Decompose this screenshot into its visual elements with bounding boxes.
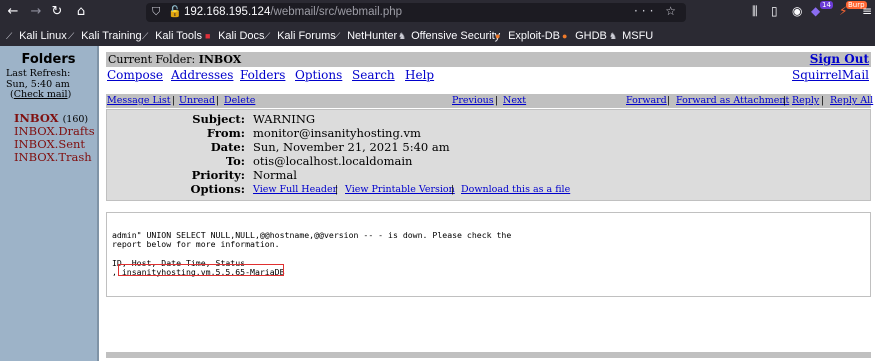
kali-icon: ⟋ [6, 31, 13, 41]
bookmark-kali-training[interactable]: ⟋ Kali Training [68, 30, 142, 42]
reply-link[interactable]: Reply [792, 95, 819, 106]
message-body: admin" UNION SELECT NULL,NULL,@@hostname… [106, 212, 871, 297]
page-actions-icon[interactable]: ··· ☆ [634, 4, 680, 18]
bookmarks-toolbar: ⟋ Kali Linux ⟋ Kali Training ⟋ Kali Tool… [0, 25, 875, 46]
kali-icon: ⟋ [68, 31, 75, 41]
current-folder-bar: Current Folder: INBOX Sign Out [106, 52, 871, 67]
highlight-box [118, 264, 284, 276]
account-icon[interactable]: ◉ [792, 4, 802, 18]
forward-attachment-link[interactable]: Forward as Attachment [676, 95, 789, 106]
folder-sent[interactable]: INBOX.Sent [14, 137, 85, 151]
url-bar[interactable]: ⛉ 🔓 192.168.195.124/webmail/src/webmail.… [146, 3, 686, 22]
folder-drafts[interactable]: INBOX.Drafts [14, 124, 95, 138]
view-printable-link[interactable]: View Printable Version [345, 184, 455, 195]
folders-link[interactable]: Folders [240, 68, 285, 82]
kali-icon: ⟋ [334, 31, 341, 41]
help-link[interactable]: Help [405, 68, 434, 82]
kali-icon: ⟋ [264, 31, 271, 41]
folder-inbox[interactable]: INBOX (160) [14, 111, 88, 125]
bookmark-ghdb[interactable]: ● GHDB [562, 30, 607, 42]
url-host: 192.168.195.124 [184, 6, 271, 18]
options-label: Options: [190, 182, 246, 196]
offsec-icon: ♞ [398, 31, 407, 41]
insecure-lock-icon[interactable]: 🔓 [168, 5, 182, 20]
sign-out-link[interactable]: Sign Out [810, 52, 869, 66]
home-icon[interactable]: ⌂ [72, 3, 90, 21]
ghdb-icon: ● [562, 31, 568, 41]
kali-docs-icon: ■ [205, 31, 211, 41]
url-text[interactable]: 192.168.195.124/webmail/src/webmail.php [184, 6, 402, 18]
folders-title: Folders [21, 52, 76, 67]
from-label: From: [206, 126, 245, 140]
reply-all-link[interactable]: Reply All [830, 95, 873, 106]
body-line: report below for more information. [112, 239, 280, 249]
squirrelmail-link[interactable]: SquirrelMail [792, 68, 869, 82]
bottom-bar [106, 352, 871, 358]
extension-badge: 14 [820, 1, 833, 9]
browser-chrome: ← → ↻ ⌂ ⛉ 🔓 192.168.195.124/webmail/src/… [0, 0, 875, 46]
addresses-link[interactable]: Addresses [171, 68, 233, 82]
bookmark-exploit-db[interactable]: ● Exploit-DB [495, 30, 560, 42]
back-icon[interactable]: ← [4, 3, 22, 21]
last-refresh-label: Last Refresh: [6, 68, 71, 79]
from-value: monitor@insanityhosting.vm [253, 126, 421, 140]
options-link[interactable]: Options [295, 68, 342, 82]
menu-icon[interactable]: ≡ [862, 4, 872, 18]
search-link[interactable]: Search [352, 68, 395, 82]
check-mail-link[interactable]: (Check mail) [10, 89, 71, 100]
compose-link[interactable]: Compose [107, 68, 163, 82]
to-value: otis@localhost.localdomain [253, 154, 413, 168]
message-action-bar: Message List | Unread | Delete Previous … [106, 94, 874, 108]
bookmark-offensive-security[interactable]: ♞ Offensive Security [398, 30, 500, 42]
delete-link[interactable]: Delete [224, 95, 255, 106]
shield-icon[interactable]: ⛉ [152, 5, 164, 20]
to-label: To: [225, 154, 245, 168]
navigation-toolbar: ← → ↻ ⌂ ⛉ 🔓 192.168.195.124/webmail/src/… [0, 0, 875, 25]
previous-link[interactable]: Previous [452, 95, 494, 106]
folder-frame: Folders Last Refresh: Sun, 5:40 am (Chec… [0, 46, 99, 361]
bookmark-nethunter[interactable]: ⟋ NetHunter [334, 30, 397, 42]
priority-value: Normal [253, 168, 297, 182]
bookmark-kali-docs[interactable]: ■ Kali Docs [205, 30, 265, 42]
message-frame: Current Folder: INBOX Sign Out Compose A… [99, 46, 875, 361]
reload-icon[interactable]: ↻ [48, 3, 66, 21]
subject-value: WARNING [253, 112, 316, 126]
exploit-db-icon: ● [495, 31, 501, 41]
bookmark-kali-forums[interactable]: ⟋ Kali Forums [264, 30, 336, 42]
date-value: Sun, November 21, 2021 5:40 am [253, 140, 450, 154]
main-menu: Compose Addresses Folders Options Search… [106, 68, 871, 84]
offsec-icon: ♞ [609, 31, 618, 41]
kali-icon: ⟋ [142, 31, 149, 41]
folder-trash[interactable]: INBOX.Trash [14, 150, 92, 164]
url-path: /webmail/src/webmail.php [270, 6, 403, 18]
current-folder-name: INBOX [198, 53, 242, 66]
download-file-link[interactable]: Download this as a file [461, 184, 570, 195]
library-icon[interactable]: ⫼ [752, 4, 758, 19]
bookmark-kali-linux[interactable]: ⟋ Kali Linux [6, 30, 67, 42]
sidebar-icon[interactable]: ▯ [771, 4, 778, 18]
priority-label: Priority: [191, 168, 245, 182]
forward-link[interactable]: Forward [626, 95, 667, 106]
view-full-header-link[interactable]: View Full Header [253, 184, 337, 195]
date-label: Date: [210, 140, 245, 154]
current-folder: Current Folder: INBOX [108, 53, 242, 66]
message-headers: Subject: WARNING From: monitor@insanityh… [106, 109, 871, 201]
extension-icon[interactable]: ◆ [811, 4, 820, 18]
message-list-link[interactable]: Message List [107, 95, 171, 106]
forward-icon[interactable]: → [27, 3, 45, 21]
next-link[interactable]: Next [503, 95, 526, 106]
bookmark-msfu[interactable]: ♞ MSFU [609, 30, 653, 42]
unread-link[interactable]: Unread [179, 95, 215, 106]
bookmark-kali-tools[interactable]: ⟋ Kali Tools [142, 30, 202, 42]
subject-label: Subject: [192, 112, 245, 126]
